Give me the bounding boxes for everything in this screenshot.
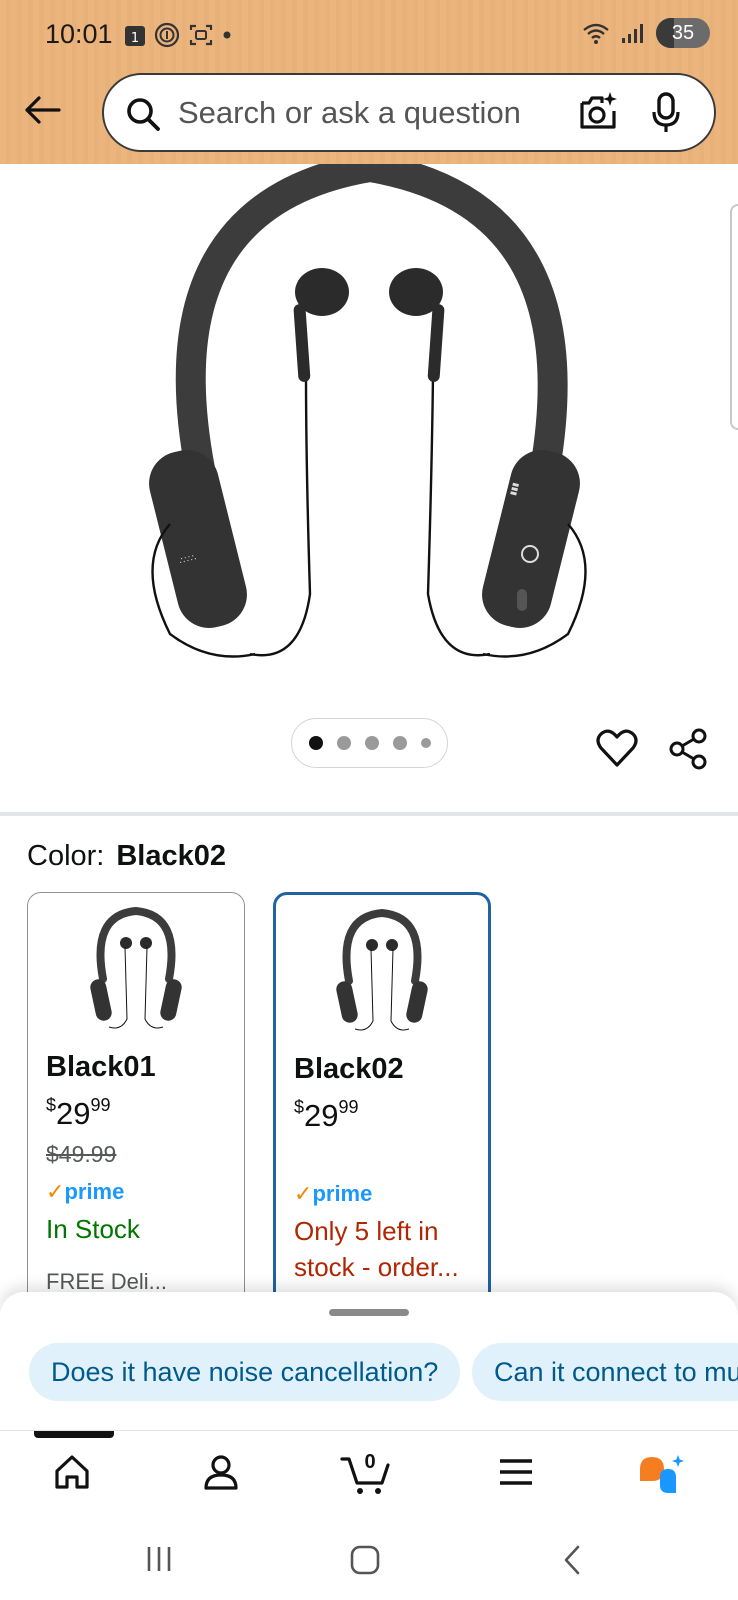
- status-icons-left: 1: [124, 22, 232, 48]
- share-icon: [669, 728, 707, 770]
- share-button[interactable]: [668, 728, 708, 775]
- carousel-dot[interactable]: [392, 736, 407, 750]
- fingerprint-icon: [154, 22, 180, 48]
- swatch-title: Black02: [294, 1053, 404, 1085]
- nav-menu-button[interactable]: [497, 1453, 535, 1496]
- section-divider: [0, 812, 738, 816]
- cart-count-badge: 0: [364, 1451, 376, 1473]
- neckband-headphones-image: ▮▮▮ ∴∵∴: [149, 151, 587, 658]
- app-header: 10:01 1 35 Search or ask a question: [0, 0, 738, 164]
- sheet-drag-handle[interactable]: [329, 1309, 409, 1316]
- prime-badge: ✓prime: [294, 1181, 373, 1206]
- back-button[interactable]: [20, 88, 64, 132]
- home-square-icon: [350, 1545, 380, 1575]
- stock-status: Only 5 left in stock - order...: [294, 1216, 459, 1282]
- color-swatch-black01[interactable]: Black01 $2999 $49.99 ✓prime In Stock FRE…: [27, 892, 245, 1312]
- color-selector-label: Color: Black02: [27, 840, 226, 873]
- prime-check-icon: ✓: [46, 1179, 65, 1204]
- carousel-dot[interactable]: [336, 736, 351, 750]
- calendar-icon: 1: [125, 26, 145, 46]
- color-value: Black02: [116, 840, 227, 872]
- screenshot-icon: [189, 24, 213, 46]
- calendar-badge: 1: [131, 31, 139, 46]
- nav-home-button[interactable]: [53, 1453, 91, 1496]
- menu-icon: [500, 1459, 532, 1485]
- back-arrow-icon: [25, 96, 61, 124]
- search-input[interactable]: Search or ask a question: [178, 95, 521, 131]
- search-icon: [127, 98, 160, 131]
- swatch-title: Black01: [46, 1051, 156, 1083]
- swatch-price: $2999: [46, 1095, 111, 1131]
- image-carousel-dots[interactable]: [291, 718, 448, 768]
- status-time: 10:01: [45, 19, 113, 49]
- stock-status: In Stock: [46, 1214, 140, 1244]
- status-bar: 10:01 1 35: [0, 0, 738, 70]
- heart-icon: [596, 729, 638, 767]
- microphone-icon[interactable]: [650, 91, 682, 135]
- swatch-thumbnail-image: [90, 907, 182, 1029]
- rufus-icon: [640, 1455, 684, 1493]
- side-panel-tab[interactable]: [730, 204, 738, 430]
- account-icon: [204, 1455, 238, 1490]
- product-image[interactable]: ▮▮▮ ∴∵∴: [0, 151, 738, 684]
- home-icon: [55, 1455, 89, 1489]
- add-to-list-button[interactable]: [596, 728, 638, 773]
- nav-cart-button[interactable]: 0: [340, 1451, 392, 1502]
- prime-check-icon: ✓: [294, 1181, 313, 1206]
- bottom-navigation: 0: [0, 1430, 738, 1530]
- camera-search-icon[interactable]: [577, 89, 619, 133]
- system-navigation-bar: [0, 1530, 738, 1600]
- back-system-button[interactable]: [560, 1544, 584, 1581]
- recent-apps-icon: [147, 1547, 171, 1571]
- carousel-dot[interactable]: [420, 738, 431, 748]
- battery-icon: 35: [656, 18, 710, 48]
- color-swatch-black02[interactable]: Black02 $2999 ✓prime Only 5 left in stoc…: [273, 892, 491, 1312]
- chevron-left-icon: [564, 1545, 580, 1575]
- nav-account-button[interactable]: [202, 1453, 240, 1496]
- swatch-list-price: $49.99: [46, 1141, 117, 1167]
- wifi-icon: [583, 23, 609, 44]
- battery-level: 35: [671, 21, 695, 44]
- signal-icon: [622, 24, 643, 43]
- nav-rufus-button[interactable]: [638, 1453, 688, 1502]
- recent-apps-button[interactable]: [144, 1544, 174, 1579]
- carousel-dot[interactable]: [364, 736, 379, 750]
- rufus-suggestions-sheet[interactable]: Does it have noise cancellation? Can it …: [0, 1292, 738, 1430]
- swatch-thumbnail-image: [336, 909, 428, 1031]
- carousel-dot[interactable]: [308, 736, 323, 750]
- prime-badge: ✓prime: [46, 1179, 125, 1204]
- status-icons-right: 35: [582, 18, 710, 48]
- color-label: Color:: [27, 840, 105, 872]
- suggestion-chip[interactable]: Does it have noise cancellation?: [29, 1343, 461, 1401]
- notification-dot-icon: [223, 31, 231, 39]
- active-tab-indicator: [34, 1431, 114, 1438]
- swatch-price: $2999: [294, 1097, 359, 1133]
- search-bar[interactable]: Search or ask a question: [102, 73, 716, 152]
- home-system-button[interactable]: [349, 1544, 381, 1581]
- suggestion-chip[interactable]: Can it connect to mu: [472, 1343, 738, 1401]
